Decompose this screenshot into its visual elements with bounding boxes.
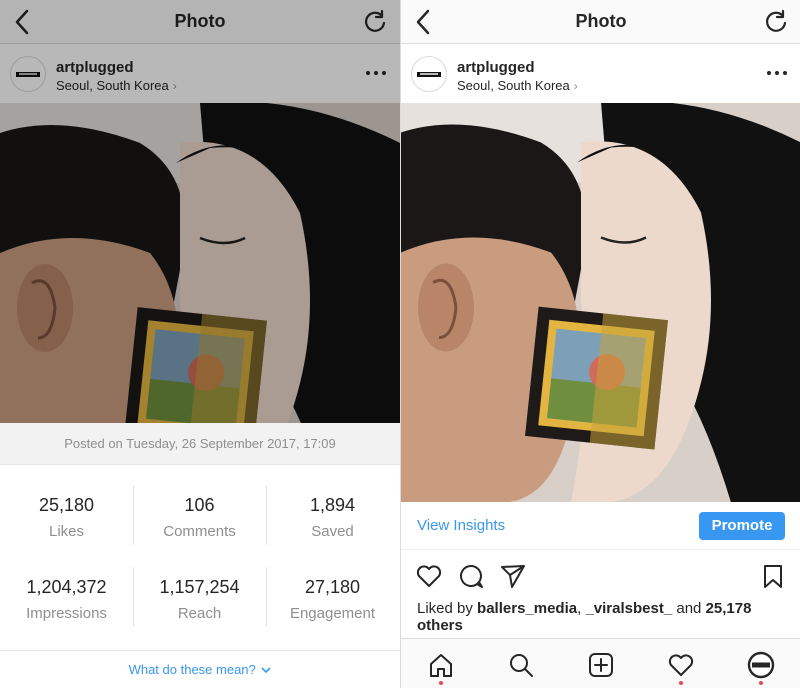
stat-value: 1,157,254 (159, 577, 240, 597)
heart-icon[interactable] (415, 562, 443, 590)
post-photo (401, 103, 800, 502)
help-link-text: What do these mean? (128, 662, 256, 677)
location-text: Seoul, South Korea (457, 78, 570, 93)
divider (266, 567, 267, 627)
location-link[interactable]: Seoul, South Korea › (56, 78, 177, 93)
location-text: Seoul, South Korea (56, 78, 169, 93)
photo-image (0, 103, 400, 423)
stat-label: Reach (177, 605, 222, 622)
post-header: artplugged Seoul, South Korea › (401, 44, 800, 103)
post-header: artplugged Seoul, South Korea › (0, 44, 400, 103)
stat-label: Engagement (289, 605, 376, 622)
notification-dot (759, 681, 763, 685)
stat-label: Saved (311, 523, 354, 540)
chevron-down-icon (261, 667, 271, 674)
more-options-icon[interactable] (364, 64, 388, 82)
chevron-right-icon: › (573, 79, 578, 93)
profile-icon[interactable] (747, 651, 775, 679)
search-icon[interactable] (507, 651, 535, 679)
view-insights-link[interactable]: View Insights (417, 517, 505, 534)
home-icon[interactable] (427, 651, 455, 679)
promote-button[interactable]: Promote (699, 512, 785, 540)
stat-value: 25,180 (38, 495, 95, 515)
insights-bar: View Insights Promote (401, 502, 800, 550)
nav-bar: Photo (0, 0, 400, 44)
notification-dot (679, 681, 683, 685)
stat-value: 1,204,372 (26, 577, 107, 597)
liked-others[interactable]: others (417, 617, 463, 634)
refresh-icon[interactable] (362, 9, 388, 35)
add-post-icon[interactable] (587, 651, 615, 679)
share-icon[interactable] (499, 562, 527, 590)
refresh-icon[interactable] (763, 9, 789, 35)
username[interactable]: artplugged (457, 59, 535, 76)
stat-comments: 106 Comments (133, 495, 266, 540)
stat-engagement: 27,180 Engagement (266, 577, 399, 622)
stat-label: Likes (48, 523, 85, 540)
stat-label: Comments (163, 523, 236, 540)
stat-value: 106 (184, 495, 215, 515)
comment-icon[interactable] (457, 562, 485, 590)
notification-dot (439, 681, 443, 685)
stat-impressions: 1,204,372 Impressions (0, 577, 133, 622)
username[interactable]: artplugged (56, 59, 134, 76)
post-actions (401, 556, 800, 596)
avatar[interactable] (10, 56, 46, 92)
stat-value: 27,180 (304, 577, 361, 597)
activity-heart-icon[interactable] (667, 651, 695, 679)
liked-and: and (672, 600, 706, 617)
stat-reach: 1,157,254 Reach (133, 577, 266, 622)
more-options-icon[interactable] (765, 64, 789, 82)
liked-user-link[interactable]: ballers_media (477, 600, 577, 617)
divider (266, 485, 267, 545)
stat-label: Impressions (26, 605, 107, 622)
nav-bar: Photo (401, 0, 800, 44)
liked-count[interactable]: 25,178 (706, 600, 752, 617)
divider (133, 567, 134, 627)
divider (133, 485, 134, 545)
post-photo (0, 103, 400, 423)
page-title: Photo (174, 11, 226, 31)
stat-likes: 25,180 Likes (0, 495, 133, 540)
bottom-tab-bar (401, 638, 800, 688)
what-do-these-mean-link[interactable]: What do these mean? (0, 650, 400, 688)
stat-saved: 1,894 Saved (266, 495, 399, 540)
liked-user-link[interactable]: _viralsbest_ (585, 600, 672, 617)
posted-date: Posted on Tuesday, 26 September 2017, 17… (0, 423, 400, 465)
photo-image (401, 103, 800, 502)
stat-value: 1,894 (309, 495, 356, 515)
chevron-right-icon: › (172, 79, 177, 93)
liked-by-text: Liked by ballers_media, _viralsbest_ and… (417, 600, 787, 634)
page-title: Photo (575, 11, 627, 31)
liked-by-prefix: Liked by (417, 600, 478, 617)
avatar[interactable] (411, 56, 447, 92)
insights-stats: 25,180 Likes 106 Comments 1,894 Saved 1,… (0, 465, 400, 650)
insights-panel: Photo artplugged Seoul, South Korea › Po… (0, 0, 400, 688)
location-link[interactable]: Seoul, South Korea › (457, 78, 578, 93)
bookmark-icon[interactable] (759, 562, 787, 590)
post-panel: Photo artplugged Seoul, South Korea › Vi… (400, 0, 800, 688)
